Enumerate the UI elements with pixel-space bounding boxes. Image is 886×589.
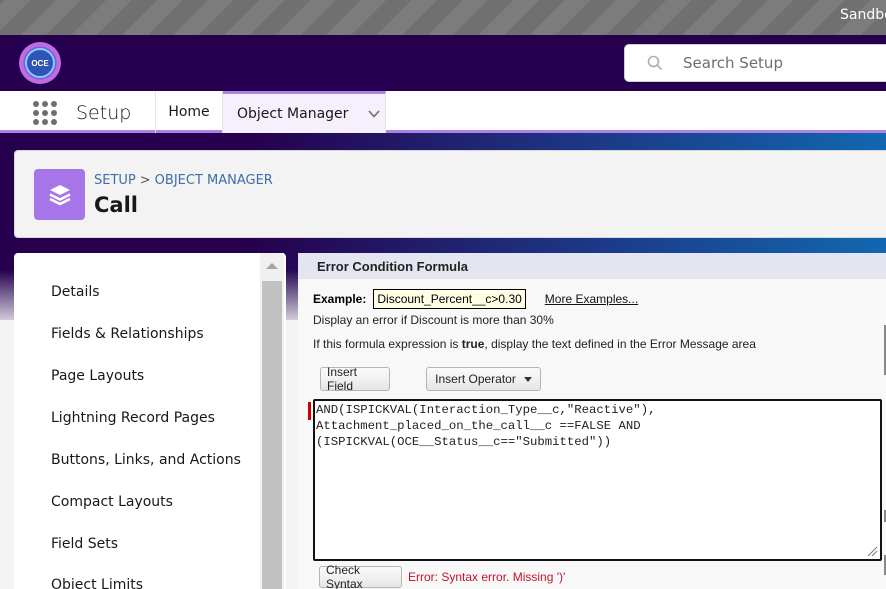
logo-text: OCE <box>31 58 49 68</box>
breadcrumb-separator: > <box>139 173 151 188</box>
resize-handle-icon[interactable] <box>866 545 878 557</box>
sidebar-item-buttons-links-actions[interactable]: Buttons, Links, and Actions <box>51 452 241 468</box>
page-title: Call <box>94 193 138 217</box>
formula-hint: If this formula expression is true, disp… <box>313 337 756 351</box>
tab-object-manager[interactable]: Object Manager <box>223 91 386 133</box>
section-header: Error Condition Formula <box>298 253 886 279</box>
required-indicator <box>308 402 311 420</box>
oce-logo[interactable]: OCE <box>19 42 61 84</box>
check-syntax-button[interactable]: Check Syntax <box>319 563 402 589</box>
nav-bar: Setup Home Object Manager <box>0 91 886 133</box>
search-icon <box>647 55 663 71</box>
formula-editor[interactable]: AND(ISPICKVAL(Interaction_Type__c,"React… <box>313 399 882 561</box>
sidebar-item-lightning-record-pages[interactable]: Lightning Record Pages <box>51 410 215 426</box>
logo-inner: OCE <box>25 48 55 78</box>
formula-hint-prefix: If this formula expression is <box>313 337 462 351</box>
sidebar-item-field-sets[interactable]: Field Sets <box>51 536 118 552</box>
example-value: Discount_Percent__c>0.30 <box>373 289 526 309</box>
check-syntax-label: Check Syntax <box>326 563 363 589</box>
app-name: Setup <box>76 102 132 124</box>
syntax-error-message: Error: Syntax error. Missing ')' <box>408 570 566 584</box>
formula-hint-bold: true <box>461 337 485 351</box>
formula-hint-suffix: , display the text defined in the Error … <box>484 337 756 351</box>
object-header: SETUP > OBJECT MANAGER Call <box>14 150 886 238</box>
example-label: Example: <box>313 292 367 306</box>
insert-operator-button[interactable]: Insert Operator <box>426 367 541 391</box>
sidebar-item-compact-layouts[interactable]: Compact Layouts <box>51 494 173 510</box>
caret-down-icon <box>523 376 532 382</box>
search-setup-box[interactable] <box>624 44 886 82</box>
sandbox-banner: Sandbox <box>0 0 886 35</box>
sandbox-label: Sandbox <box>840 7 886 23</box>
sidebar-item-details[interactable]: Details <box>51 284 100 300</box>
sidebar-item-page-layouts[interactable]: Page Layouts <box>51 368 144 384</box>
object-sidebar: Details Fields & Relationships Page Layo… <box>14 253 286 589</box>
insert-operator-label: Insert Operator <box>435 372 516 386</box>
app-launcher-icon[interactable] <box>33 101 57 125</box>
tab-home-label: Home <box>168 104 210 120</box>
sidebar-item-fields-relationships[interactable]: Fields & Relationships <box>51 326 204 342</box>
example-row: Example: Discount_Percent__c>0.30 More E… <box>313 288 638 310</box>
example-description: Display an error if Discount is more tha… <box>313 313 554 327</box>
error-condition-panel: Error Condition Formula Example: Discoun… <box>298 253 886 589</box>
tab-home[interactable]: Home <box>156 91 223 133</box>
search-setup-input[interactable] <box>683 45 883 81</box>
sidebar-scrollbar[interactable] <box>260 253 284 589</box>
section-title: Error Condition Formula <box>317 259 468 274</box>
global-header: OCE <box>0 35 886 91</box>
layers-icon <box>34 169 85 220</box>
breadcrumb-object-manager[interactable]: OBJECT MANAGER <box>155 173 273 188</box>
scroll-up-arrow-icon[interactable] <box>260 253 284 279</box>
breadcrumb-setup[interactable]: SETUP <box>94 173 136 188</box>
scrollbar-thumb[interactable] <box>262 281 282 589</box>
insert-field-button[interactable]: Insert Field <box>320 365 390 393</box>
insert-field-label: Insert Field <box>327 365 358 393</box>
sidebar-item-object-limits[interactable]: Object Limits <box>51 577 143 589</box>
sidebar-list: Details Fields & Relationships Page Layo… <box>14 253 259 589</box>
chevron-down-icon[interactable] <box>368 109 381 118</box>
breadcrumb: SETUP > OBJECT MANAGER <box>94 173 273 188</box>
more-examples-link[interactable]: More Examples... <box>545 292 638 306</box>
tab-object-manager-label: Object Manager <box>237 105 349 122</box>
